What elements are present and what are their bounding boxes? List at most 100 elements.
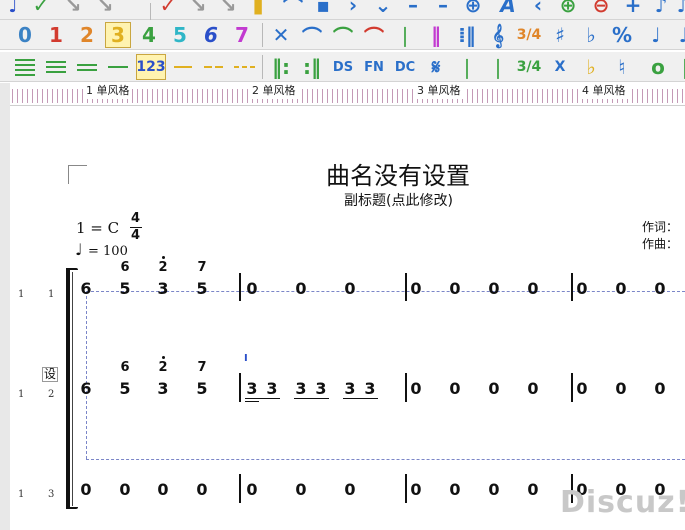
lines-4-icon[interactable] bbox=[12, 54, 38, 80]
note[interactable]: 0 bbox=[653, 281, 667, 297]
chevron-left-icon[interactable]: ‹ bbox=[525, 0, 551, 18]
natural-icon[interactable]: ♮ bbox=[609, 54, 635, 80]
ds-button[interactable]: DS bbox=[330, 54, 356, 80]
note[interactable]: 0 bbox=[487, 381, 501, 397]
note[interactable]: 0 bbox=[409, 281, 423, 297]
note[interactable]: 0 bbox=[448, 281, 462, 297]
note[interactable]: 6 bbox=[118, 261, 132, 274]
number-4-button[interactable]: 4 bbox=[136, 22, 162, 48]
note[interactable]: 0 bbox=[448, 482, 462, 498]
time-signature-top[interactable]: 4 bbox=[131, 212, 140, 226]
note[interactable]: 0 bbox=[526, 281, 540, 297]
check-red-icon[interactable]: ✓ bbox=[155, 0, 181, 18]
fermata-icon[interactable]: ⌒ bbox=[361, 22, 387, 49]
note[interactable]: 3 bbox=[245, 381, 259, 397]
note[interactable]: 3 bbox=[343, 381, 357, 397]
sharp-icon[interactable]: ♯ bbox=[547, 22, 573, 48]
plus-bar-icon[interactable]: + bbox=[620, 0, 646, 18]
note[interactable]: 0 bbox=[118, 482, 132, 498]
note[interactable]: 0 bbox=[195, 482, 209, 498]
arrow-tool-icon[interactable]: ↘ bbox=[60, 0, 86, 18]
score-subtitle[interactable]: 副标题(点此修改) bbox=[344, 190, 453, 210]
arrow-tool-icon-3[interactable]: ↘ bbox=[185, 0, 211, 18]
note[interactable]: 0 bbox=[526, 482, 540, 498]
note[interactable]: 6 bbox=[118, 361, 132, 374]
note[interactable]: 0 bbox=[487, 281, 501, 297]
treble-clef-icon[interactable]: 𝄞 bbox=[485, 22, 511, 48]
arrow-tool-icon-4[interactable]: ↘ bbox=[215, 0, 241, 18]
ruler-measure-label[interactable]: 1 单风格 bbox=[84, 83, 132, 99]
note[interactable]: 7 bbox=[195, 261, 209, 274]
barline-icon-3[interactable]: ❘ bbox=[485, 54, 511, 80]
number-7-button[interactable]: 7 bbox=[229, 22, 255, 48]
note[interactable]: 0 bbox=[526, 381, 540, 397]
remove-icon[interactable]: ⊖ bbox=[588, 0, 614, 18]
dash-1-icon[interactable] bbox=[170, 54, 196, 80]
note[interactable]: 0 bbox=[487, 482, 501, 498]
note[interactable]: 0 bbox=[614, 281, 628, 297]
double-barline-icon[interactable]: ‖ bbox=[423, 22, 449, 48]
note[interactable]: 6 bbox=[79, 381, 93, 397]
line-icon-2[interactable]: – bbox=[430, 0, 456, 18]
number-1-button[interactable]: 1 bbox=[43, 22, 69, 48]
tie-icon[interactable]: ⌒ bbox=[330, 22, 356, 49]
settings-marker[interactable]: 设 bbox=[42, 367, 59, 382]
note[interactable]: 0 bbox=[614, 381, 628, 397]
chevron-down-icon[interactable]: ⌄ bbox=[370, 0, 396, 18]
number-0-button[interactable]: 0 bbox=[12, 22, 38, 48]
lyricist-label[interactable]: 作词： bbox=[642, 218, 678, 235]
barline-icon-4[interactable]: ❘ bbox=[672, 54, 685, 80]
dc-button[interactable]: DC bbox=[392, 54, 418, 80]
lines-3-icon[interactable] bbox=[43, 54, 69, 80]
line-icon[interactable]: – bbox=[400, 0, 426, 18]
note[interactable]: 0 bbox=[79, 482, 93, 498]
note[interactable]: 0 bbox=[156, 482, 170, 498]
score-title[interactable]: 曲名没有设置 bbox=[326, 156, 470, 191]
eighth-note-icon-3[interactable]: ♪ bbox=[672, 22, 685, 48]
fraction-icon[interactable]: 3/4 bbox=[516, 54, 542, 80]
lines-1-icon[interactable] bbox=[105, 54, 131, 80]
number-3-button[interactable]: 3 bbox=[105, 22, 131, 48]
number-2-button[interactable]: 2 bbox=[74, 22, 100, 48]
note[interactable]: 3 bbox=[314, 381, 328, 397]
note-tool-icon[interactable]: ♩ bbox=[0, 0, 26, 18]
x-button[interactable]: X bbox=[547, 54, 573, 80]
tempo-marking[interactable]: = 100 bbox=[88, 244, 128, 259]
delete-icon[interactable]: ✕ bbox=[268, 22, 294, 48]
chevron-right-icon[interactable]: › bbox=[340, 0, 366, 18]
note[interactable]: 0 bbox=[343, 482, 357, 498]
arrow-tool-icon-2[interactable]: ↘ bbox=[92, 0, 118, 18]
measure-ruler[interactable]: 1 单风格 2 单风格 3 单风格 4 单风格 bbox=[10, 83, 685, 106]
repeat-barline-icon[interactable]: ⁞‖ bbox=[454, 22, 480, 48]
ruler-measure-label[interactable]: 3 单风格 bbox=[415, 83, 463, 99]
percent-icon[interactable]: % bbox=[609, 22, 635, 48]
key-signature[interactable]: 1 = C bbox=[76, 219, 119, 237]
crosshair-icon[interactable]: ⊕ bbox=[460, 0, 486, 18]
marker-icon[interactable]: ▪ bbox=[310, 0, 336, 18]
note[interactable]: 7 bbox=[195, 361, 209, 374]
note[interactable]: 0 bbox=[294, 281, 308, 297]
note[interactable]: 5 bbox=[195, 381, 209, 397]
number-6-button[interactable]: 6 bbox=[198, 22, 224, 48]
numbered-notation-button[interactable]: 123 bbox=[136, 54, 166, 80]
note[interactable]: 2 bbox=[156, 361, 170, 374]
note[interactable]: 3 bbox=[265, 381, 279, 397]
segno-icon[interactable]: 𝄋 bbox=[423, 54, 449, 80]
note[interactable]: 0 bbox=[575, 381, 589, 397]
repeat-start-icon[interactable]: ‖: bbox=[268, 54, 294, 80]
composer-label[interactable]: 作曲： bbox=[642, 235, 678, 252]
note[interactable]: 3 bbox=[294, 381, 308, 397]
note[interactable]: 0 bbox=[294, 482, 308, 498]
fn-button[interactable]: FN bbox=[361, 54, 387, 80]
note[interactable]: 3 bbox=[363, 381, 377, 397]
repeat-end-icon[interactable]: :‖ bbox=[299, 54, 325, 80]
note[interactable]: 5 bbox=[118, 281, 132, 297]
eighth-note-icon-2[interactable]: ♪ bbox=[670, 0, 685, 18]
time-signature-bottom[interactable]: 4 bbox=[131, 229, 140, 243]
whole-note-icon[interactable]: o bbox=[645, 54, 671, 80]
ruler-measure-label[interactable]: 2 单风格 bbox=[250, 83, 298, 99]
level-icon[interactable]: ▮ bbox=[245, 0, 271, 18]
note[interactable]: 6 bbox=[79, 281, 93, 297]
note[interactable]: 2 bbox=[156, 261, 170, 274]
note[interactable]: 0 bbox=[245, 482, 259, 498]
